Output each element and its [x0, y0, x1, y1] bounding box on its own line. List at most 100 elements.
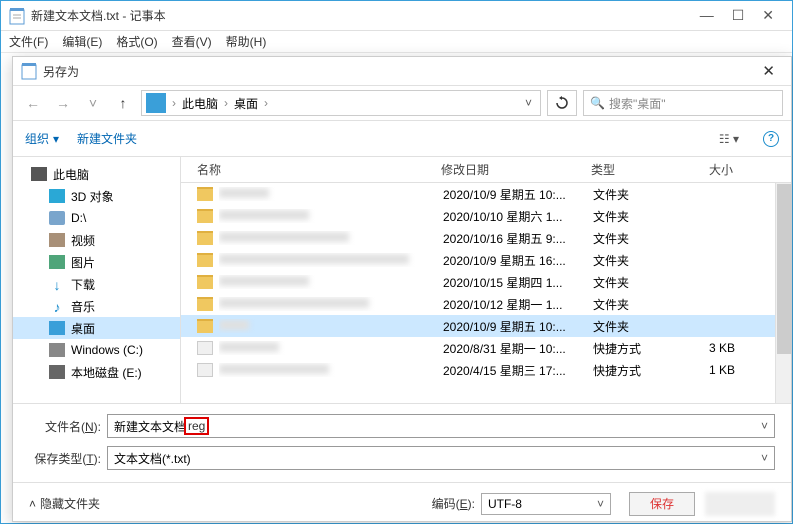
- file-date: 2020/10/16 星期五 9:...: [443, 230, 593, 247]
- file-type: 快捷方式: [593, 362, 673, 379]
- chevron-down-icon[interactable]: ˅: [761, 451, 768, 465]
- file-name: [219, 319, 443, 333]
- chevron-down-icon[interactable]: ˅: [597, 497, 604, 511]
- file-name: [219, 297, 443, 311]
- breadcrumb-dropdown[interactable]: ˅: [517, 96, 540, 110]
- tree-item[interactable]: Windows (C:): [13, 339, 180, 361]
- tree-item-label: 本地磁盘 (E:): [71, 364, 142, 381]
- menu-format[interactable]: 格式(O): [116, 33, 157, 50]
- encoding-label: 编码(E):: [432, 495, 475, 512]
- hide-folders-toggle[interactable]: ˄ 隐藏文件夹: [29, 495, 100, 512]
- scrollbar-thumb[interactable]: [777, 184, 791, 354]
- cancel-button[interactable]: [705, 492, 775, 516]
- notepad-titlebar: 新建文本文档.txt - 记事本 — ☐ ✕: [1, 1, 792, 31]
- file-date: 2020/4/15 星期三 17:...: [443, 362, 593, 379]
- file-name: [219, 209, 443, 223]
- file-name: [219, 231, 443, 245]
- folder-icon: [197, 275, 213, 289]
- scrollbar[interactable]: [775, 183, 791, 403]
- file-date: 2020/10/15 星期四 1...: [443, 274, 593, 291]
- encoding-select[interactable]: UTF-8 ˅: [481, 493, 611, 515]
- help-button[interactable]: ?: [763, 131, 779, 147]
- tree-item[interactable]: 图片: [13, 251, 180, 273]
- view-options[interactable]: ☷ ▾: [713, 132, 745, 146]
- filetype-label: 保存类型(T):: [29, 450, 107, 467]
- col-size[interactable]: 大小: [671, 161, 741, 178]
- col-type[interactable]: 类型: [591, 161, 671, 178]
- file-name: [219, 253, 443, 267]
- folder-icon: [197, 297, 213, 311]
- file-name: [219, 187, 443, 201]
- nav-forward[interactable]: →: [51, 95, 75, 111]
- tree-item[interactable]: 视频: [13, 229, 180, 251]
- file-list: 名称 修改日期 类型 大小 2020/10/9 星期五 10:...文件夹202…: [181, 157, 791, 403]
- folder-icon: [197, 319, 213, 333]
- save-button[interactable]: 保存: [629, 492, 695, 516]
- menu-file[interactable]: 文件(F): [9, 33, 48, 50]
- tree-item[interactable]: ↓下载: [13, 273, 180, 295]
- saveas-close-button[interactable]: ✕: [754, 58, 783, 84]
- tree-item-label: 音乐: [71, 298, 95, 315]
- tree-item-label: 此电脑: [53, 166, 89, 183]
- nav-recent[interactable]: ˅: [81, 95, 105, 111]
- search-icon: 🔍: [590, 96, 605, 110]
- file-row[interactable]: 2020/4/15 星期三 17:...快捷方式1 KB: [181, 359, 791, 381]
- new-folder-button[interactable]: 新建文件夹: [77, 130, 137, 147]
- file-row[interactable]: 2020/10/12 星期一 1...文件夹: [181, 293, 791, 315]
- nav-up[interactable]: ↑: [111, 95, 135, 111]
- organize-button[interactable]: 组织 ▾: [25, 130, 59, 147]
- refresh-icon: [555, 96, 569, 110]
- filetype-select[interactable]: 文本文档(*.txt) ˅: [107, 446, 775, 470]
- tree-item[interactable]: 本地磁盘 (E:): [13, 361, 180, 383]
- file-date: 2020/8/31 星期一 10:...: [443, 340, 593, 357]
- crumb-desktop[interactable]: 桌面: [230, 95, 262, 112]
- file-row[interactable]: 2020/10/9 星期五 10:...文件夹: [181, 315, 791, 337]
- maximize-button[interactable]: ☐: [732, 7, 745, 24]
- crumb-this-pc[interactable]: 此电脑: [178, 95, 222, 112]
- saveas-dialog: 另存为 ✕ ← → ˅ ↑ › 此电脑 › 桌面 › ˅ 🔍 搜索"桌面" 组织…: [12, 56, 792, 522]
- disk-icon: [49, 211, 65, 225]
- file-row[interactable]: 2020/10/16 星期五 9:...文件夹: [181, 227, 791, 249]
- search-input[interactable]: 🔍 搜索"桌面": [583, 90, 783, 116]
- shortcut-icon: [197, 363, 213, 377]
- col-date[interactable]: 修改日期: [441, 161, 591, 178]
- folder-icon: [197, 253, 213, 267]
- file-type: 文件夹: [593, 208, 673, 225]
- folder-tree: 此电脑 3D 对象 D:\视频图片↓下载 ♪ 音乐桌面Windows (C:) 本地磁盘 …: [13, 157, 181, 403]
- file-name: [219, 275, 443, 289]
- file-type: 文件夹: [593, 318, 673, 335]
- music-icon: ♪: [49, 299, 65, 313]
- minimize-button[interactable]: —: [700, 7, 714, 24]
- file-row[interactable]: 2020/10/9 星期五 10:...文件夹: [181, 183, 791, 205]
- file-row[interactable]: 2020/10/15 星期四 1...文件夹: [181, 271, 791, 293]
- file-row[interactable]: 2020/10/10 星期六 1...文件夹: [181, 205, 791, 227]
- local-icon: [49, 365, 65, 379]
- tree-item[interactable]: 此电脑: [13, 163, 180, 185]
- tree-item[interactable]: ♪ 音乐: [13, 295, 180, 317]
- breadcrumb[interactable]: › 此电脑 › 桌面 › ˅: [141, 90, 541, 116]
- nav-back[interactable]: ←: [21, 95, 45, 111]
- filename-label: 文件名(N):: [29, 418, 107, 435]
- file-row[interactable]: 2020/10/9 星期五 16:...文件夹: [181, 249, 791, 271]
- refresh-button[interactable]: [547, 90, 577, 116]
- 3d-icon: [49, 189, 65, 203]
- file-row[interactable]: 2020/8/31 星期一 10:...快捷方式3 KB: [181, 337, 791, 359]
- file-date: 2020/10/9 星期五 16:...: [443, 252, 593, 269]
- menubar: 文件(F) 编辑(E) 格式(O) 查看(V) 帮助(H): [1, 31, 792, 53]
- chevron-down-icon[interactable]: ˅: [761, 419, 768, 433]
- menu-edit[interactable]: 编辑(E): [62, 33, 102, 50]
- close-button[interactable]: ✕: [762, 7, 774, 24]
- file-name: [219, 341, 443, 355]
- tree-item[interactable]: D:\: [13, 207, 180, 229]
- list-header: 名称 修改日期 类型 大小: [181, 157, 791, 183]
- menu-view[interactable]: 查看(V): [172, 33, 212, 50]
- file-date: 2020/10/9 星期五 10:...: [443, 318, 593, 335]
- tree-item[interactable]: 3D 对象: [13, 185, 180, 207]
- tree-item[interactable]: 桌面: [13, 317, 180, 339]
- col-name[interactable]: 名称: [181, 161, 441, 178]
- desk-icon: [49, 321, 65, 335]
- tree-item-label: 3D 对象: [71, 188, 114, 205]
- file-type: 文件夹: [593, 230, 673, 247]
- filename-input[interactable]: 新建文本文档reg ˅: [107, 414, 775, 438]
- menu-help[interactable]: 帮助(H): [226, 33, 267, 50]
